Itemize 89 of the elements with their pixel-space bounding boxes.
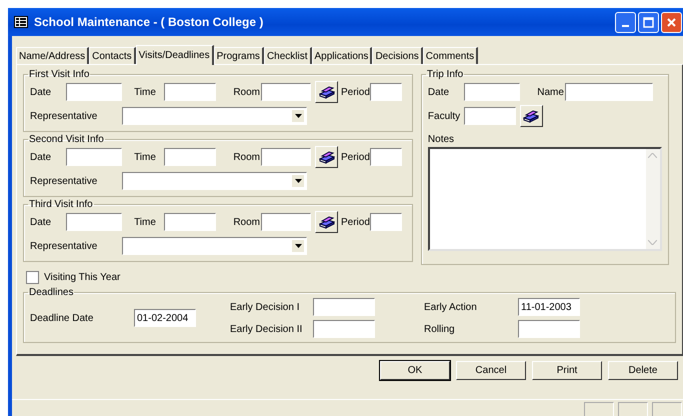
input-field[interactable]: 01-02-2004 [134, 309, 196, 327]
lookup-button[interactable] [315, 146, 338, 168]
tab[interactable]: Name/Address [16, 47, 90, 64]
input-field[interactable] [464, 107, 516, 125]
tab[interactable]: Applications [312, 47, 372, 64]
input-field[interactable] [370, 213, 402, 231]
input-field[interactable] [66, 83, 122, 101]
tab[interactable]: Comments [422, 47, 478, 64]
tab[interactable]: Visits/Deadlines [136, 45, 214, 65]
input-field[interactable] [164, 83, 216, 101]
field-label: Rolling [424, 324, 456, 334]
window-title: School Maintenance - ( Boston College ) [34, 15, 264, 29]
input-field[interactable] [261, 213, 311, 231]
field-label: Notes [428, 134, 456, 145]
input-field[interactable] [66, 148, 122, 166]
field-label: Time [133, 152, 157, 162]
books-icon [318, 215, 334, 229]
books-icon [318, 150, 334, 164]
lookup-button[interactable] [520, 105, 543, 127]
input-field[interactable] [518, 320, 580, 338]
checkbox[interactable] [26, 271, 39, 284]
lookup-button[interactable] [315, 81, 338, 103]
books-icon [318, 85, 334, 99]
form-icon [14, 16, 28, 28]
input-field[interactable] [313, 298, 375, 316]
field-label: Deadline Date [30, 312, 94, 324]
field-label: Room [232, 86, 261, 98]
field-label: Date [428, 86, 450, 98]
scroll-down-icon [648, 240, 658, 245]
books-icon [523, 109, 540, 123]
dialog-button[interactable]: Print [532, 361, 602, 380]
field-label: Room [232, 152, 261, 162]
lookup-button[interactable] [315, 211, 338, 233]
dropdown[interactable] [122, 237, 307, 255]
dialog-button[interactable]: Cancel [456, 361, 526, 380]
group-title: First Visit Info [28, 69, 90, 80]
input-field[interactable] [66, 213, 122, 231]
group-title: Second Visit Info [28, 134, 105, 145]
tab[interactable]: Checklist [264, 47, 312, 64]
tab[interactable]: Contacts [89, 47, 136, 64]
field-label: Time [133, 216, 157, 228]
field-label: Faculty [428, 110, 462, 122]
group-title: Trip Info [426, 69, 464, 80]
field-label: Representative [30, 110, 98, 122]
checkbox-label: Visiting This Year [44, 272, 120, 283]
tab[interactable]: Programs [214, 47, 264, 64]
status-pane [652, 402, 682, 416]
minimize-button[interactable] [615, 12, 636, 32]
input-field[interactable] [313, 320, 375, 338]
scroll-up-icon [648, 153, 658, 158]
input-field[interactable] [370, 148, 402, 166]
scrollbar[interactable] [646, 149, 660, 249]
input-field[interactable] [564, 83, 653, 101]
close-button[interactable] [661, 12, 682, 32]
field-label: Representative [30, 240, 98, 252]
field-label: Name [536, 86, 565, 98]
status-pane [584, 402, 614, 416]
field-label: Early Decision II [230, 324, 304, 334]
field-label: Date [30, 216, 52, 228]
field-label: Period [341, 216, 370, 228]
input-field[interactable] [464, 83, 520, 101]
input-field[interactable]: 11-01-2003 [518, 298, 580, 316]
dialog-button[interactable]: OK [380, 361, 450, 380]
maximize-button[interactable] [638, 12, 659, 32]
field-label: Date [30, 86, 52, 98]
field-label: Room [232, 216, 261, 228]
dropdown[interactable] [122, 172, 307, 190]
notes-field[interactable] [428, 147, 662, 251]
input-field[interactable] [261, 83, 311, 101]
tab[interactable]: Decisions [372, 47, 423, 64]
input-field[interactable] [370, 83, 402, 101]
maximize-icon [643, 16, 654, 28]
input-field[interactable] [164, 213, 216, 231]
input-field[interactable] [164, 148, 216, 166]
field-label: Period [341, 152, 370, 162]
field-label: Representative [30, 176, 98, 186]
close-icon [666, 16, 677, 28]
field-label: Early Decision I [230, 302, 300, 312]
dropdown[interactable] [122, 107, 307, 125]
dialog-button[interactable]: Delete [608, 361, 678, 380]
status-pane [618, 402, 648, 416]
group-title: Deadlines [28, 287, 74, 298]
input-field[interactable] [261, 148, 311, 166]
field-label: Time [133, 86, 157, 98]
field-label: Date [30, 152, 52, 162]
field-label: Early Action [424, 302, 478, 312]
field-label: Period [341, 86, 370, 98]
group-title: Third Visit Info [28, 199, 94, 210]
minimize-icon [622, 24, 629, 26]
